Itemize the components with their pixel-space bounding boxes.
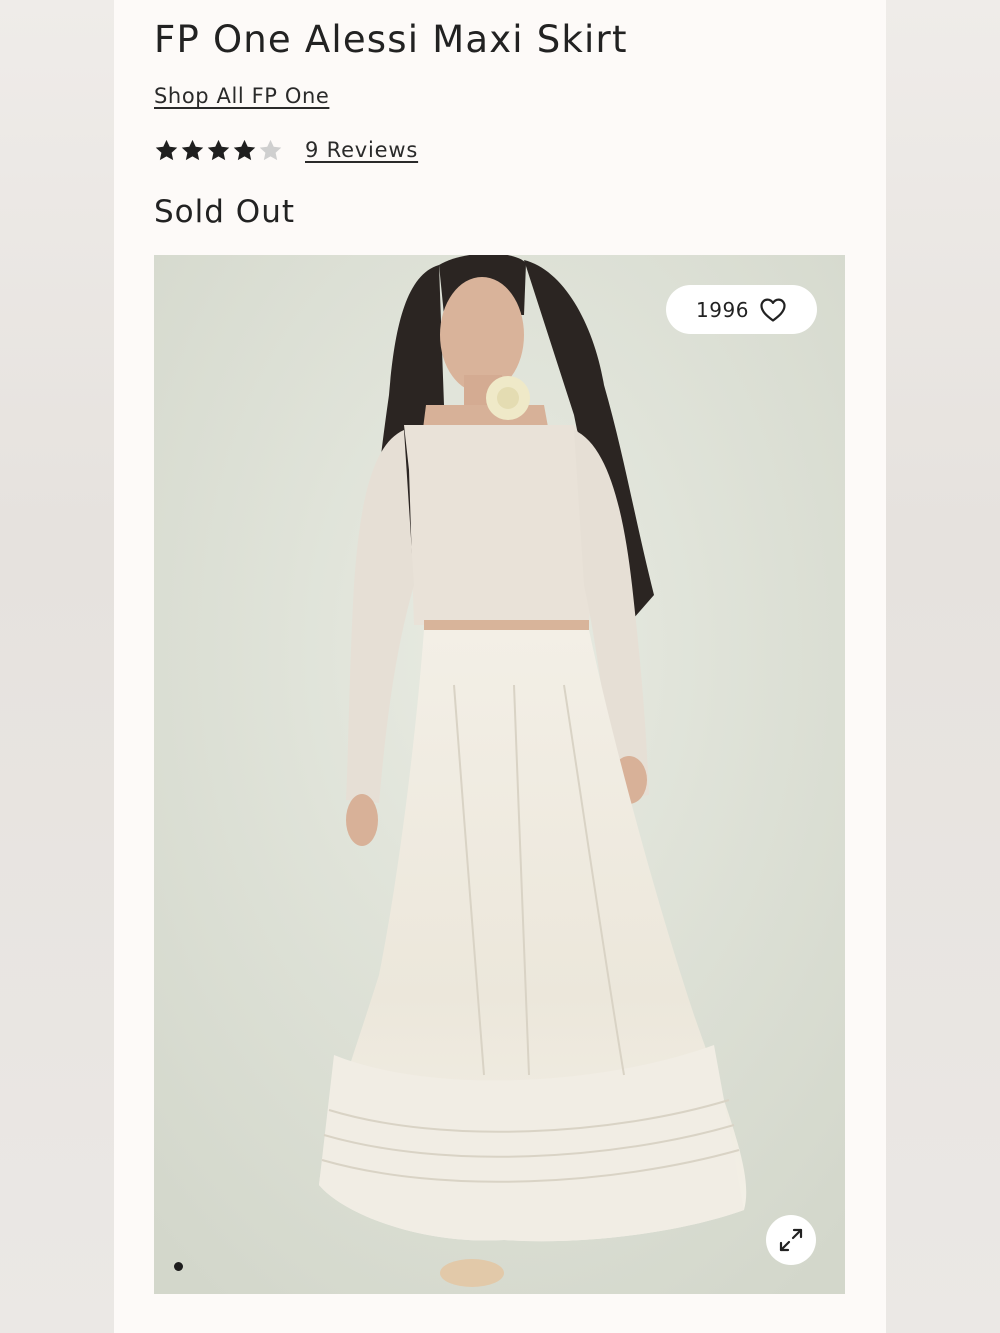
right-backdrop (886, 0, 1000, 1333)
favorite-button[interactable]: 1996 (666, 285, 817, 334)
product-title: FP One Alessi Maxi Skirt (154, 18, 628, 61)
favorites-count: 1996 (696, 297, 749, 322)
product-page: FP One Alessi Maxi Skirt Shop All FP One… (114, 0, 886, 1333)
star-rating (154, 138, 283, 163)
star-empty-icon (259, 139, 282, 160)
star-filled-icon (207, 139, 230, 160)
star-filled-icon (155, 139, 178, 160)
star-filled-icon (181, 139, 204, 160)
expand-arrows-icon (779, 1228, 803, 1252)
gallery-dot-active[interactable] (174, 1262, 183, 1271)
gallery-pagination (174, 1262, 183, 1271)
product-photo (154, 255, 845, 1294)
product-image-gallery[interactable]: 1996 (154, 255, 845, 1294)
expand-image-button[interactable] (766, 1215, 816, 1265)
shop-all-brand-link[interactable]: Shop All FP One (154, 84, 329, 108)
left-backdrop (0, 0, 114, 1333)
reviews-link[interactable]: 9 Reviews (305, 138, 418, 162)
stock-status: Sold Out (154, 194, 295, 230)
star-filled-icon (233, 139, 256, 160)
heart-outline-icon (760, 298, 786, 322)
product-rating: 9 Reviews (154, 134, 418, 166)
